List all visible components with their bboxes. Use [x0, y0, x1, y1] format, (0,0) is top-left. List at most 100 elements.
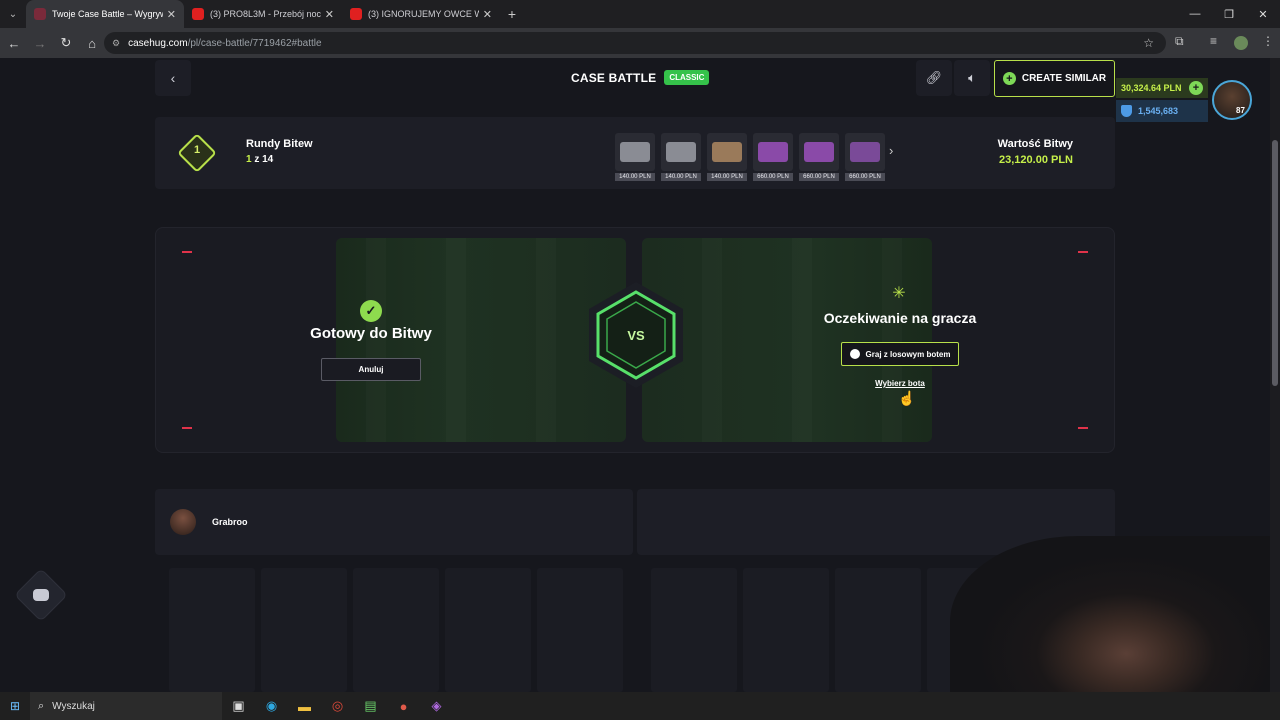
vs-emblem: VS — [589, 282, 683, 388]
tab-title: (3) PRO8L3M - Przebój nocy / g — [210, 9, 321, 19]
case-item[interactable]: 660.00 PLN — [845, 133, 885, 181]
site-info-icon[interactable]: ⚙ — [112, 38, 120, 49]
bot-button-label: Graj z losowym botem — [865, 349, 951, 359]
page-scrollbar[interactable] — [1270, 58, 1280, 692]
rounds-title: Rundy Bitew — [246, 138, 313, 150]
drop-slot — [743, 568, 829, 692]
add-funds-icon[interactable]: + — [1189, 81, 1203, 95]
drop-slot — [169, 568, 255, 692]
chevron-left-icon: ‹ — [170, 70, 176, 86]
link-icon: 🔗︎ — [925, 70, 943, 85]
total-rounds: z 14 — [251, 154, 274, 165]
tab-title: Twoje Case Battle – Wygrywaj s — [52, 9, 163, 19]
coin-shield-icon — [1121, 105, 1132, 117]
close-tab-icon[interactable]: ✕ — [483, 8, 492, 21]
tab-title: (3) IGNORUJEMY OWCE WK PR — [368, 9, 479, 19]
checkmark-icon: ✓ — [360, 300, 382, 322]
tab-youtube-2[interactable]: (3) IGNORUJEMY OWCE WK PR ✕ — [342, 0, 500, 28]
reload-icon[interactable]: ↻ — [54, 31, 78, 55]
bot-icon — [849, 349, 860, 359]
case-item[interactable]: 660.00 PLN — [799, 133, 839, 181]
edge-icon[interactable]: ◉ — [255, 692, 288, 720]
close-tab-icon[interactable]: ✕ — [325, 8, 334, 21]
youtube-favicon-icon — [350, 8, 362, 20]
case-item[interactable]: 140.00 PLN — [661, 133, 701, 181]
waiting-status: Oczekiwanie na gracza — [823, 310, 977, 326]
extensions-icon[interactable]: ⧉ — [1175, 34, 1184, 49]
avatar[interactable] — [170, 509, 196, 535]
sound-toggle-button[interactable]: 🔈︎ — [954, 60, 990, 96]
tab-search-icon[interactable]: ⌄ — [0, 0, 26, 28]
choose-bot-link[interactable]: Wybierz bota — [856, 379, 944, 388]
windows-start-icon[interactable]: ⊞ — [0, 692, 30, 720]
balance-display: 30,324.64 PLN + — [1116, 78, 1208, 98]
case-price: 140.00 PLN — [661, 173, 701, 181]
play-with-random-bot-button[interactable]: Graj z losowym botem — [841, 342, 959, 366]
chrome-icon[interactable]: ◎ — [321, 692, 354, 720]
user-level: 87 — [1236, 106, 1245, 115]
tab-youtube-1[interactable]: (3) PRO8L3M - Przebój nocy / g ✕ — [184, 0, 342, 28]
chat-bubble-icon — [33, 589, 49, 601]
speaker-muted-icon: 🔈︎ — [968, 70, 976, 85]
corner-marker — [1078, 427, 1088, 429]
case-item[interactable]: 660.00 PLN — [753, 133, 793, 181]
search-icon: ⌕ — [38, 699, 45, 712]
home-icon[interactable]: ⌂ — [80, 31, 104, 55]
file-explorer-icon[interactable]: ▬ — [288, 692, 321, 720]
windows-taskbar: ⊞ ⌕ Wyszukaj ▣ ◉ ▬ ◎ ▤ ● ◈ — [0, 692, 1280, 720]
hand-cursor-icon: ☝ — [898, 390, 916, 406]
vs-label: VS — [627, 328, 645, 343]
tab-casehug[interactable]: Twoje Case Battle – Wygrywaj s ✕ — [26, 0, 184, 28]
create-similar-button[interactable]: + CREATE SIMILAR — [994, 60, 1115, 97]
menu-dots-icon[interactable]: ⋮ — [1262, 34, 1274, 48]
corner-marker — [1078, 251, 1088, 253]
app-icon[interactable]: ◈ — [420, 692, 453, 720]
case-image — [850, 142, 880, 162]
battle-value-amount: 23,120.00 PLN — [999, 154, 1073, 166]
task-view-icon[interactable]: ▣ — [222, 692, 255, 720]
restore-icon[interactable]: ❐ — [1212, 0, 1246, 28]
drop-slot — [835, 568, 921, 692]
back-icon[interactable]: ← — [2, 31, 26, 55]
address-bar[interactable]: ⚙ casehug.com /pl/case-battle/7719462#ba… — [104, 32, 1166, 54]
balance-amount: 30,324.64 PLN — [1121, 83, 1182, 93]
casehug-favicon-icon — [34, 8, 46, 20]
cancel-button[interactable]: Anuluj — [321, 358, 421, 381]
page: ‹ CASE BATTLE CLASSIC 🔗︎ 🔈︎ + CREATE SIM… — [0, 58, 1270, 692]
case-image — [712, 142, 742, 162]
profile-avatar[interactable] — [1234, 36, 1248, 50]
browser-toolbar: ← → ↻ ⌂ ⚙ casehug.com /pl/case-battle/77… — [0, 28, 1280, 58]
corner-marker — [182, 251, 192, 253]
window-controls: — ❐ ✕ — [1178, 0, 1280, 28]
back-button[interactable]: ‹ — [155, 60, 191, 96]
app-icon[interactable]: ▤ — [354, 692, 387, 720]
taskbar-search-placeholder: Wyszukaj — [52, 700, 95, 712]
youtube-favicon-icon — [192, 8, 204, 20]
forward-icon[interactable]: → — [28, 31, 52, 55]
plus-icon: + — [1002, 72, 1016, 85]
url-path: /pl/case-battle/7719462#battle — [187, 37, 322, 49]
close-window-icon[interactable]: ✕ — [1246, 0, 1280, 28]
coins-display: 1,545,683 — [1116, 100, 1208, 122]
mode-badge: CLASSIC — [664, 70, 710, 85]
taskbar-search[interactable]: ⌕ Wyszukaj — [30, 692, 222, 720]
case-list: 140.00 PLN 140.00 PLN 140.00 PLN 660.00 … — [615, 133, 885, 181]
media-control-icon[interactable]: ≡ — [1210, 34, 1217, 48]
drop-slot — [353, 568, 439, 692]
streamer-webcam-overlay — [950, 536, 1270, 692]
close-tab-icon[interactable]: ✕ — [167, 8, 176, 21]
chevron-right-icon[interactable]: › — [889, 143, 893, 158]
page-title-group: CASE BATTLE CLASSIC — [571, 70, 710, 85]
copy-link-button[interactable]: 🔗︎ — [916, 60, 952, 96]
new-tab-icon[interactable]: + — [500, 6, 524, 22]
app-icon[interactable]: ● — [387, 692, 420, 720]
case-item[interactable]: 140.00 PLN — [707, 133, 747, 181]
minimize-icon[interactable]: — — [1178, 0, 1212, 28]
bookmark-star-icon[interactable]: ☆ — [1143, 36, 1154, 50]
case-image — [758, 142, 788, 162]
case-item[interactable]: 140.00 PLN — [615, 133, 655, 181]
user-avatar[interactable] — [1212, 80, 1252, 120]
create-similar-label: CREATE SIMILAR — [1021, 73, 1107, 84]
scrollbar-thumb[interactable] — [1272, 140, 1278, 386]
url-host: casehug.com — [128, 37, 188, 49]
